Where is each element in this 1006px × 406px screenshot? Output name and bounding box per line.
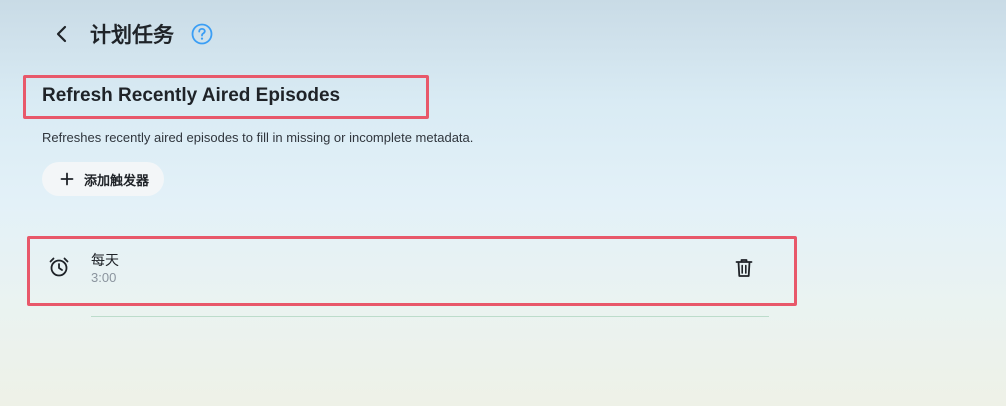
divider (91, 316, 769, 317)
add-trigger-label: 添加触发器 (84, 172, 150, 188)
trigger-name: 每天 (91, 252, 119, 268)
chevron-left-icon (56, 25, 67, 43)
help-button[interactable] (190, 22, 214, 46)
trigger-list-item[interactable]: 每天 3:00 (42, 242, 772, 298)
add-trigger-button[interactable]: 添加触发器 (42, 162, 164, 196)
delete-trigger-button[interactable] (732, 256, 756, 280)
question-circle-icon (191, 23, 213, 45)
plus-icon (60, 172, 74, 186)
task-title: Refresh Recently Aired Episodes (42, 85, 341, 106)
trigger-time: 3:00 (91, 270, 117, 285)
page-header: 计划任务 (48, 14, 214, 54)
page-title: 计划任务 (90, 24, 174, 47)
back-button[interactable] (48, 20, 76, 48)
trash-icon (735, 259, 753, 277)
alarm-clock-icon (49, 257, 69, 277)
task-description: Refreshes recently aired episodes to fil… (42, 130, 474, 145)
